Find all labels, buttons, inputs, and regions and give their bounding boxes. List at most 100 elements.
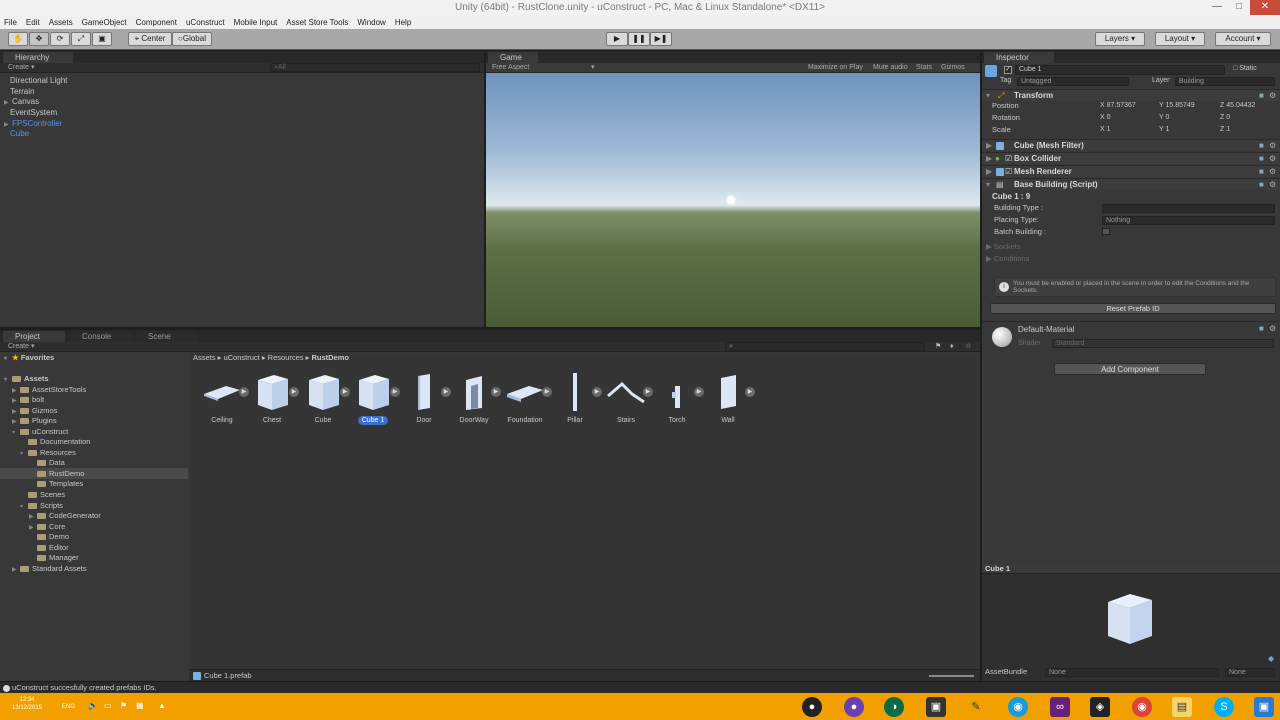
- aspect-arrow-icon[interactable]: ▾: [591, 63, 595, 72]
- tree-item[interactable]: Documentation: [20, 437, 90, 447]
- project-search-input[interactable]: ⌕: [725, 342, 925, 351]
- asset-item-selected[interactable]: ▶ Cube 1: [347, 372, 400, 425]
- move-tool-icon[interactable]: ✥: [29, 32, 49, 46]
- add-component-button[interactable]: Add Component: [1054, 363, 1206, 375]
- tree-item[interactable]: Scenes: [20, 490, 65, 500]
- zoom-slider[interactable]: [929, 675, 974, 677]
- pivot-toggle-button[interactable]: ⌖ Center: [128, 32, 172, 46]
- network-icon[interactable]: ▭: [104, 701, 112, 711]
- aspect-dropdown[interactable]: Free Aspect: [492, 63, 529, 72]
- rotation-x-field[interactable]: X 0: [1100, 113, 1111, 123]
- hierarchy-search-input[interactable]: ⌕All: [270, 63, 480, 72]
- app-icon[interactable]: ◉: [1008, 697, 1028, 717]
- unity-icon[interactable]: ◈: [1090, 697, 1110, 717]
- menu-mobile-input[interactable]: Mobile Input: [234, 18, 278, 27]
- asset-item[interactable]: ▶ Cube: [297, 372, 350, 425]
- rotate-tool-icon[interactable]: ⟳: [50, 32, 70, 46]
- tree-item-selected[interactable]: RustDemo: [29, 469, 84, 479]
- menu-asset-store-tools[interactable]: Asset Store Tools: [286, 18, 348, 27]
- hierarchy-item-row[interactable]: ▶ Canvas: [4, 97, 39, 108]
- enabled-checkbox[interactable]: ☑: [1005, 154, 1012, 164]
- breadcrumb-item[interactable]: uConstruct: [223, 353, 259, 362]
- collapse-arrow-icon[interactable]: ▾: [986, 91, 990, 101]
- placing-type-dropdown[interactable]: Nothing: [1102, 216, 1275, 225]
- tag-dropdown[interactable]: Untagged: [1017, 77, 1129, 86]
- tab-inspector[interactable]: Inspector: [984, 52, 1054, 63]
- gear-icon[interactable]: ⚙: [1269, 180, 1276, 190]
- account-dropdown[interactable]: Account ▾: [1215, 32, 1271, 46]
- position-y-field[interactable]: Y 15.85749: [1159, 101, 1195, 111]
- tree-item[interactable]: Editor: [29, 543, 69, 553]
- help-icon[interactable]: ■: [1259, 180, 1264, 190]
- sockets-foldout[interactable]: ▶ Sockets: [986, 242, 1021, 252]
- gear-icon[interactable]: ⚙: [1269, 167, 1276, 177]
- transform-header[interactable]: ▾ ⤢ Transform ■ ⚙: [982, 89, 1280, 101]
- maximize-icon[interactable]: □: [1228, 0, 1250, 15]
- active-checkbox[interactable]: ✓: [1004, 66, 1012, 74]
- visual-studio-icon[interactable]: ∞: [1050, 697, 1070, 717]
- tab-scene[interactable]: Scene: [136, 331, 198, 342]
- tab-project[interactable]: Project: [3, 331, 65, 342]
- menu-gameobject[interactable]: GameObject: [82, 18, 127, 27]
- tree-item[interactable]: Templates: [29, 479, 83, 489]
- layers-dropdown[interactable]: Layers ▾: [1095, 32, 1145, 46]
- play-button[interactable]: ▶: [606, 32, 628, 46]
- expand-arrow-icon[interactable]: ▶: [986, 167, 992, 177]
- hierarchy-create-button[interactable]: Create ▾: [8, 63, 34, 72]
- menu-component[interactable]: Component: [136, 18, 177, 27]
- tree-item[interactable]: ▶ bolt: [12, 395, 44, 406]
- scale-y-field[interactable]: Y 1: [1159, 125, 1169, 135]
- cube-preview[interactable]: [1098, 588, 1158, 648]
- help-icon[interactable]: ■: [1259, 141, 1264, 151]
- asset-item[interactable]: ▶ Ceiling: [196, 372, 249, 425]
- batch-building-checkbox[interactable]: [1102, 228, 1110, 235]
- enabled-checkbox[interactable]: ☑: [1005, 167, 1012, 177]
- tree-item[interactable]: ▶ CodeGenerator: [29, 511, 101, 522]
- gear-icon[interactable]: ⚙: [1269, 324, 1276, 334]
- help-icon[interactable]: ■: [1259, 167, 1264, 177]
- chrome-icon[interactable]: ◉: [1132, 697, 1152, 717]
- base-building-header[interactable]: ▾ ▤ Base Building (Script) ■ ⚙: [982, 178, 1280, 190]
- box-collider-header[interactable]: ▶ ● ☑ Box Collider ■ ⚙: [982, 152, 1280, 164]
- menu-file[interactable]: File: [4, 18, 17, 27]
- volume-icon[interactable]: 🔈: [88, 701, 98, 711]
- minimize-icon[interactable]: —: [1206, 0, 1228, 15]
- static-toggle[interactable]: □ Static: [1233, 64, 1257, 74]
- layer-dropdown[interactable]: Building: [1175, 77, 1275, 86]
- gear-icon[interactable]: ⚙: [1269, 91, 1276, 101]
- layout-dropdown[interactable]: Layout ▾: [1155, 32, 1205, 46]
- filter-type-icon[interactable]: ⚑: [935, 342, 941, 351]
- asset-item[interactable]: ▶ Torch: [651, 372, 704, 425]
- asset-item[interactable]: ▶ DoorWay: [448, 372, 501, 425]
- help-icon[interactable]: ■: [1259, 324, 1264, 334]
- breadcrumb-item[interactable]: RustDemo: [311, 353, 349, 362]
- space-toggle-button[interactable]: ○Global: [172, 32, 212, 46]
- rotation-y-field[interactable]: Y 0: [1159, 113, 1169, 123]
- mesh-filter-header[interactable]: ▶ Cube (Mesh Filter) ■ ⚙: [982, 139, 1280, 151]
- expand-arrow-icon[interactable]: ▶: [4, 98, 12, 108]
- breadcrumb-item[interactable]: Resources: [268, 353, 304, 362]
- maximize-on-play-toggle[interactable]: Maximize on Play: [808, 63, 863, 72]
- hierarchy-item[interactable]: EventSystem: [10, 108, 57, 118]
- mesh-renderer-header[interactable]: ▶ ☑ Mesh Renderer ■ ⚙: [982, 165, 1280, 177]
- tree-item[interactable]: Manager: [29, 553, 79, 563]
- step-button[interactable]: ▶❚: [650, 32, 672, 46]
- tab-console[interactable]: Console: [70, 331, 132, 342]
- tree-item[interactable]: ▶ Plugins: [12, 416, 57, 427]
- tray-icon[interactable]: ▦: [136, 701, 144, 711]
- asset-item[interactable]: ▶ Wall: [702, 372, 755, 425]
- clock[interactable]: 12:34 13/12/2015: [12, 696, 42, 712]
- app-icon[interactable]: ◑: [884, 697, 904, 717]
- tab-hierarchy[interactable]: Hierarchy: [3, 52, 73, 63]
- filter-label-icon[interactable]: ♦: [950, 342, 954, 351]
- favorites-item[interactable]: ▾ ★ Favorites: [4, 353, 54, 364]
- hierarchy-item[interactable]: Cube: [10, 129, 29, 139]
- project-create-button[interactable]: Create ▾: [8, 342, 34, 351]
- app-icon[interactable]: ▣: [926, 697, 946, 717]
- expand-arrow-icon[interactable]: ▶: [986, 154, 992, 164]
- app-icon[interactable]: ●: [844, 697, 864, 717]
- pause-button[interactable]: ❚❚: [628, 32, 650, 46]
- gear-icon[interactable]: ⚙: [1269, 141, 1276, 151]
- help-icon[interactable]: ■: [1259, 154, 1264, 164]
- menu-uconstruct[interactable]: uConstruct: [186, 18, 225, 27]
